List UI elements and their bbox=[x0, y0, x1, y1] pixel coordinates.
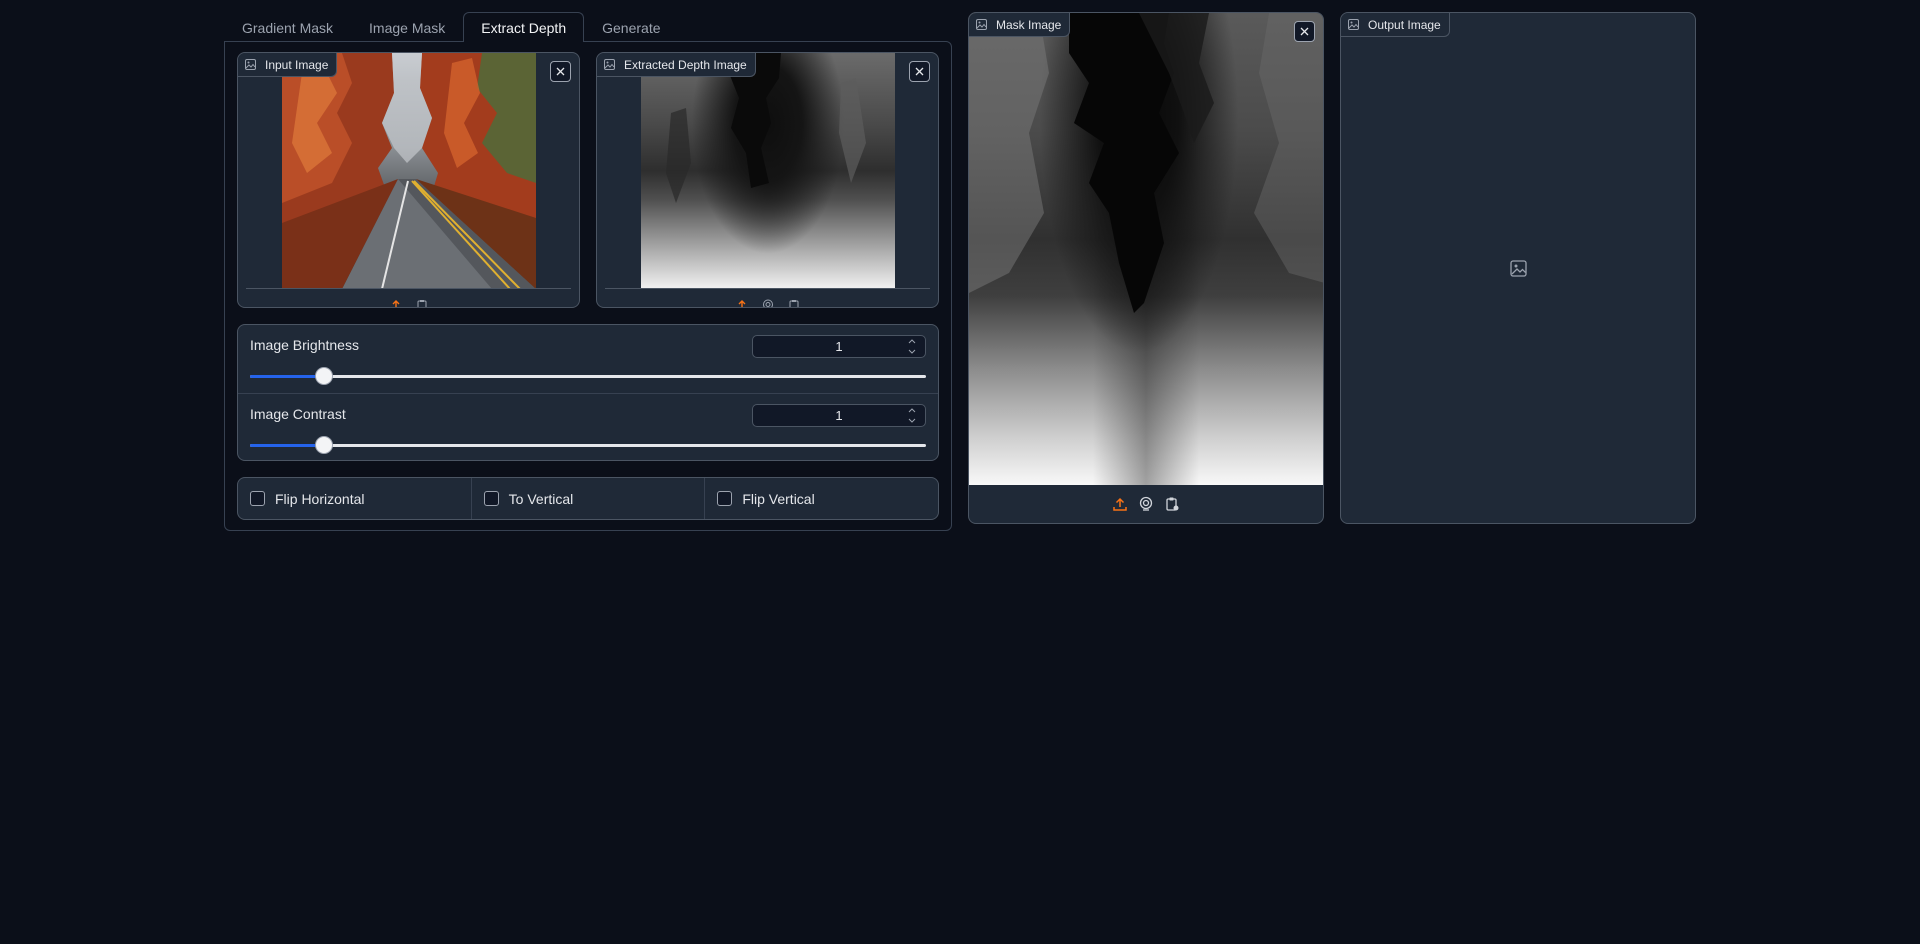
clipboard-button[interactable] bbox=[414, 297, 430, 307]
contrast-slider-thumb[interactable] bbox=[315, 436, 334, 454]
tab-gradient-mask[interactable]: Gradient Mask bbox=[224, 12, 351, 42]
mask-image-close-button[interactable] bbox=[1294, 21, 1315, 42]
tab-bar: Gradient Mask Image Mask Extract Depth G… bbox=[224, 12, 679, 42]
brightness-spinner[interactable] bbox=[907, 339, 916, 354]
brightness-slider[interactable] bbox=[250, 367, 926, 385]
flip-horizontal-label: Flip Horizontal bbox=[275, 490, 365, 507]
image-icon bbox=[604, 59, 615, 70]
input-image-close-button[interactable] bbox=[550, 61, 571, 82]
road-photo bbox=[281, 53, 536, 289]
tab-extract-depth[interactable]: Extract Depth bbox=[463, 12, 585, 42]
input-image-preview bbox=[238, 53, 579, 289]
to-vertical-checkbox[interactable] bbox=[483, 491, 499, 506]
close-icon bbox=[1300, 27, 1309, 36]
clipboard-button[interactable] bbox=[1164, 496, 1180, 512]
tab-generate[interactable]: Generate bbox=[584, 12, 678, 42]
brightness-number-input[interactable]: 1 bbox=[752, 335, 926, 358]
mask-image-title: Mask Image bbox=[996, 17, 1062, 32]
contrast-value[interactable]: 1 bbox=[835, 408, 842, 423]
extracted-depth-close-button[interactable] bbox=[909, 61, 930, 82]
upload-button[interactable] bbox=[388, 297, 404, 307]
extracted-depth-divider bbox=[605, 288, 930, 289]
webcam-icon bbox=[1139, 496, 1153, 511]
to-vertical-option[interactable]: To Vertical bbox=[470, 478, 705, 519]
clipboard-icon bbox=[1166, 497, 1179, 511]
input-image-panel[interactable]: Input Image bbox=[237, 52, 580, 308]
upload-icon bbox=[738, 300, 745, 307]
image-icon bbox=[976, 19, 987, 30]
chevron-up-icon[interactable] bbox=[908, 408, 916, 413]
mask-image-preview bbox=[969, 13, 1323, 485]
webcam-icon bbox=[762, 299, 773, 307]
extracted-depth-preview bbox=[597, 53, 938, 289]
input-image-toolbar bbox=[238, 297, 579, 307]
chevron-down-icon[interactable] bbox=[908, 418, 916, 423]
flip-options: Flip Horizontal To Vertical Flip Vertica… bbox=[237, 477, 939, 520]
brightness-label: Image Brightness bbox=[250, 337, 359, 353]
clipboard-icon bbox=[417, 300, 426, 307]
chevron-down-icon[interactable] bbox=[908, 349, 916, 354]
mask-depth-image bbox=[969, 13, 1323, 485]
brightness-slider-thumb[interactable] bbox=[315, 367, 334, 385]
contrast-slider-fill bbox=[250, 444, 325, 447]
brightness-slider-row: Image Brightness 1 bbox=[238, 325, 938, 393]
output-image-title: Output Image bbox=[1368, 17, 1441, 32]
contrast-number-input[interactable]: 1 bbox=[752, 404, 926, 427]
brightness-value[interactable]: 1 bbox=[835, 339, 842, 354]
upload-icon bbox=[1113, 497, 1127, 511]
mask-image-label: Mask Image bbox=[969, 13, 1071, 37]
extracted-depth-label: Extracted Depth Image bbox=[597, 53, 756, 77]
flip-vertical-checkbox[interactable] bbox=[717, 491, 733, 506]
output-image-label: Output Image bbox=[1341, 13, 1450, 37]
depth-map-image bbox=[640, 53, 895, 289]
flip-vertical-option[interactable]: Flip Vertical bbox=[704, 478, 938, 519]
contrast-slider-row: Image Contrast 1 bbox=[238, 393, 938, 460]
image-placeholder-icon bbox=[1510, 260, 1527, 282]
tab-image-mask[interactable]: Image Mask bbox=[351, 12, 463, 42]
contrast-spinner[interactable] bbox=[907, 408, 916, 423]
mask-image-toolbar bbox=[969, 496, 1323, 512]
upload-button[interactable] bbox=[734, 297, 750, 307]
input-image-divider bbox=[246, 288, 571, 289]
input-image-title: Input Image bbox=[265, 57, 329, 72]
adjustment-sliders: Image Brightness 1 Image Contrast 1 bbox=[237, 324, 939, 461]
close-icon bbox=[556, 67, 565, 76]
extracted-depth-toolbar bbox=[597, 297, 938, 307]
clipboard-icon bbox=[789, 300, 798, 307]
clipboard-button[interactable] bbox=[786, 297, 802, 307]
brightness-slider-fill bbox=[250, 375, 325, 378]
image-icon bbox=[1348, 19, 1359, 30]
to-vertical-label: To Vertical bbox=[508, 490, 574, 507]
webcam-button[interactable] bbox=[1138, 496, 1154, 512]
image-icon bbox=[245, 59, 256, 70]
upload-button[interactable] bbox=[1112, 496, 1128, 512]
close-icon bbox=[915, 67, 924, 76]
output-image-panel[interactable]: Output Image bbox=[1340, 12, 1696, 524]
flip-horizontal-option[interactable]: Flip Horizontal bbox=[238, 478, 471, 519]
extracted-depth-panel[interactable]: Extracted Depth Image bbox=[596, 52, 939, 308]
upload-icon bbox=[392, 300, 399, 307]
webcam-button[interactable] bbox=[760, 297, 776, 307]
input-image-label: Input Image bbox=[238, 53, 338, 77]
contrast-slider[interactable] bbox=[250, 436, 926, 454]
extracted-depth-title: Extracted Depth Image bbox=[624, 57, 747, 72]
chevron-up-icon[interactable] bbox=[908, 339, 916, 344]
flip-horizontal-checkbox[interactable] bbox=[250, 491, 265, 506]
mask-image-panel[interactable]: Mask Image bbox=[968, 12, 1324, 524]
contrast-label: Image Contrast bbox=[250, 406, 346, 422]
flip-vertical-label: Flip Vertical bbox=[742, 490, 815, 507]
